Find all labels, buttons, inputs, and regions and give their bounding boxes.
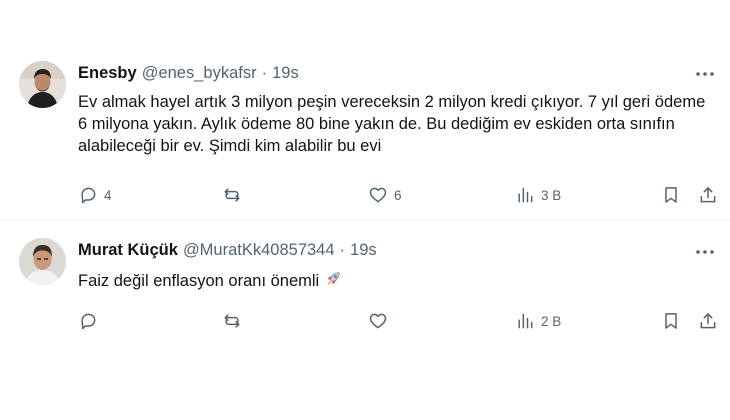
like-button[interactable] bbox=[368, 309, 394, 333]
tweet-actions: 4 6 3 B bbox=[78, 183, 718, 207]
tweet-header: Enesby @enes_bykafsr · 19s bbox=[78, 62, 299, 84]
like-button[interactable]: 6 bbox=[368, 183, 402, 207]
avatar[interactable] bbox=[19, 238, 66, 285]
bookmark-button[interactable] bbox=[661, 183, 681, 207]
retweet-button[interactable] bbox=[222, 309, 248, 333]
tweet-text: Faiz değil enflasyon oranı önemli bbox=[78, 269, 718, 295]
view-count: 3 B bbox=[541, 187, 562, 203]
retweet-icon bbox=[224, 188, 240, 202]
retweet-icon bbox=[224, 314, 240, 328]
tweet[interactable]: Murat Küçük @MuratKk40857344 · 19s Faiz … bbox=[0, 222, 730, 420]
views-chart-icon bbox=[518, 313, 533, 329]
view-count: 2 B bbox=[541, 313, 562, 329]
bookmark-icon bbox=[665, 187, 677, 203]
bookmark-icon bbox=[665, 313, 677, 329]
tweet-header: Murat Küçük @MuratKk40857344 · 19s bbox=[78, 239, 377, 261]
tweet-actions: 2 B bbox=[78, 309, 718, 333]
more-horizontal-icon[interactable] bbox=[693, 64, 717, 84]
timestamp[interactable]: 19s bbox=[272, 64, 299, 83]
separator-dot: · bbox=[339, 240, 346, 259]
heart-icon bbox=[369, 187, 387, 203]
share-button[interactable] bbox=[698, 309, 718, 333]
avatar[interactable] bbox=[19, 61, 66, 108]
views-button[interactable]: 2 B bbox=[515, 309, 561, 333]
reply-button[interactable] bbox=[78, 309, 104, 333]
timestamp[interactable]: 19s bbox=[350, 241, 377, 260]
reply-button[interactable]: 4 bbox=[78, 183, 112, 207]
views-button[interactable]: 3 B bbox=[515, 183, 561, 207]
author-handle[interactable]: @MuratKk40857344 bbox=[183, 241, 335, 260]
share-icon bbox=[700, 313, 716, 329]
author-name[interactable]: Enesby bbox=[78, 64, 137, 83]
share-button[interactable] bbox=[698, 183, 718, 207]
bookmark-button[interactable] bbox=[661, 309, 681, 333]
retweet-button[interactable] bbox=[222, 183, 248, 207]
reply-icon bbox=[81, 313, 96, 330]
tweet-text: Ev almak hayel artık 3 milyon peşin vere… bbox=[78, 93, 706, 155]
separator-dot: · bbox=[261, 63, 268, 82]
views-chart-icon bbox=[518, 187, 533, 203]
reply-count: 4 bbox=[104, 187, 112, 203]
heart-icon bbox=[369, 313, 387, 329]
author-handle[interactable]: @enes_bykafsr bbox=[142, 64, 257, 83]
reply-icon bbox=[81, 187, 96, 204]
tweet[interactable]: Enesby @enes_bykafsr · 19s Ev almak haye… bbox=[0, 0, 730, 221]
rocket-icon bbox=[323, 269, 343, 295]
author-name[interactable]: Murat Küçük bbox=[78, 241, 178, 260]
more-horizontal-icon[interactable] bbox=[693, 242, 717, 262]
share-icon bbox=[700, 187, 716, 203]
like-count: 6 bbox=[394, 187, 402, 203]
